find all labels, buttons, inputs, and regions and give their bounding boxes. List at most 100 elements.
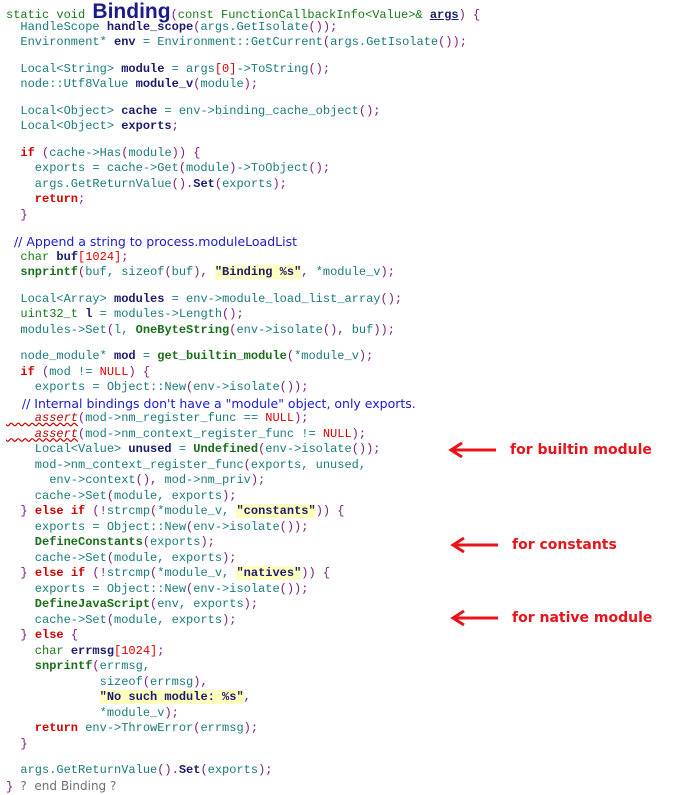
code-token: buf xyxy=(171,265,194,279)
code-line: exports = cache->Get(module)->ToObject()… xyxy=(6,161,480,177)
code-line: cache->Set(module, exports); xyxy=(6,613,480,629)
code-token: snprintf xyxy=(6,659,93,673)
code-token: exports = Object::New xyxy=(6,519,187,534)
code-token: )) { xyxy=(315,504,345,518)
code-token: else if xyxy=(34,566,93,580)
code-line: Local<String> module = args[0]->ToString… xyxy=(6,62,480,78)
code-line: args.GetReturnValue().Set(exports); xyxy=(6,177,480,193)
code-token: env xyxy=(114,35,136,49)
code-token: ( xyxy=(106,322,115,337)
code-token: ), xyxy=(193,265,215,279)
code-token: ; xyxy=(78,192,86,206)
code-token: assert xyxy=(6,411,79,425)
code-line: return env->ThrowError(errmsg); xyxy=(6,721,480,737)
code-line: } xyxy=(6,737,480,753)
code-token: = env->binding_cache_object xyxy=(157,103,359,118)
code-token: ()); xyxy=(351,442,381,456)
code-line: } else if (!strcmp(*module_v, "constants… xyxy=(6,504,480,520)
code-token: exports, unused, xyxy=(250,457,367,472)
code-token: NULL xyxy=(265,411,295,425)
code-token: errmsg xyxy=(70,643,115,658)
code-token: get_builtin_module xyxy=(157,349,287,363)
code-token: ->ToString xyxy=(236,61,309,76)
code-token: buf xyxy=(351,322,374,337)
code-line: Local<Array> modules = env->module_load_… xyxy=(6,292,480,308)
code-token: args xyxy=(429,8,459,22)
annotation-label: for native module xyxy=(512,610,653,626)
code-token: *module_v, xyxy=(157,566,237,580)
code-token: = xyxy=(135,349,158,363)
code-token: OneByteString xyxy=(135,322,230,337)
code-token: return xyxy=(6,192,79,206)
code-line: exports = Object::New(env->isolate()); xyxy=(6,380,480,396)
code-token: mod->nm_context_register_func != xyxy=(85,426,323,441)
code-token: ()); xyxy=(438,35,467,49)
code-line: return; xyxy=(6,192,480,208)
code-token: "natives" xyxy=(236,566,302,580)
code-token: ) { xyxy=(458,8,481,22)
code-token: = env->module_load_list_array xyxy=(164,291,381,306)
code-token: ->ToObject xyxy=(236,161,309,175)
code-line: } xyxy=(6,208,480,224)
code-token: l, xyxy=(114,322,136,337)
code-token: ( xyxy=(164,265,172,279)
code-token: module, exports xyxy=(114,550,223,565)
code-line: if (cache->Has(module)) { xyxy=(6,146,480,162)
code-token: buf, sizeof xyxy=(85,265,165,279)
code-line: "No such module: %s", xyxy=(6,690,480,706)
code-token: return xyxy=(6,721,86,735)
code-token: (); xyxy=(308,61,331,76)
code-token: cache->Set xyxy=(6,612,107,627)
code-token: mod xyxy=(114,349,136,363)
code-line: env->context(), mod->nm_priv); xyxy=(6,473,480,489)
code-listing: static void Binding(const FunctionCallba… xyxy=(6,1,481,794)
code-token: strcmp xyxy=(106,504,151,518)
code-line: if (mod != NULL) { xyxy=(6,365,480,381)
code-token: cache xyxy=(121,103,158,118)
code-token: node::Utf8Value xyxy=(6,77,136,91)
code-token: env->ThrowError xyxy=(85,721,194,735)
code-token: (). xyxy=(157,763,179,777)
code-token: ); xyxy=(243,597,259,611)
code-token: ), xyxy=(193,674,208,689)
code-token: args.GetIsolate xyxy=(200,19,309,34)
code-token: { xyxy=(70,628,79,642)
code-token: exports = cache->Get xyxy=(6,161,179,175)
code-token: mod != xyxy=(49,364,100,379)
code-token: Local<Array> xyxy=(6,291,115,306)
code-token: ); xyxy=(200,535,215,549)
code-token: } xyxy=(6,779,21,794)
code-line: Local<Object> cache = env->binding_cache… xyxy=(6,104,480,120)
code-token: = modules->Length xyxy=(92,307,223,321)
code-token: ( xyxy=(106,550,115,565)
code-token: errmsg xyxy=(150,674,194,689)
code-token: (! xyxy=(92,566,107,580)
code-token: mod->nm_register_func == xyxy=(85,411,266,425)
code-line: DefineJavaScript(env, exports); xyxy=(6,597,480,613)
code-token: ()); xyxy=(308,19,338,34)
code-line: args.GetReturnValue().Set(exports); xyxy=(6,763,480,779)
code-token: if xyxy=(6,145,43,160)
code-token: cache->Set xyxy=(6,488,107,503)
code-token: "Binding %s" xyxy=(214,265,302,279)
code-token: ); xyxy=(351,426,367,441)
code-line: Local<Value> unused = Undefined(env->iso… xyxy=(6,442,480,458)
code-line: char errmsg[1024]; xyxy=(6,644,480,660)
code-token: , xyxy=(301,265,316,279)
code-token: NULL xyxy=(322,426,352,441)
left-arrow-icon xyxy=(448,441,496,459)
code-token: Local<Object> xyxy=(6,119,122,133)
annotation-constants: for constants xyxy=(450,535,617,555)
code-line: exports = Object::New(env->isolate()); xyxy=(6,582,480,598)
code-token: mod->nm_context_register_func xyxy=(6,457,244,472)
code-token: snprintf xyxy=(6,265,79,279)
code-token: env->isolate xyxy=(193,519,280,534)
code-token: module_v xyxy=(135,77,194,91)
code-token: env->context xyxy=(6,473,136,487)
code-token: Local<Value> xyxy=(6,442,129,456)
